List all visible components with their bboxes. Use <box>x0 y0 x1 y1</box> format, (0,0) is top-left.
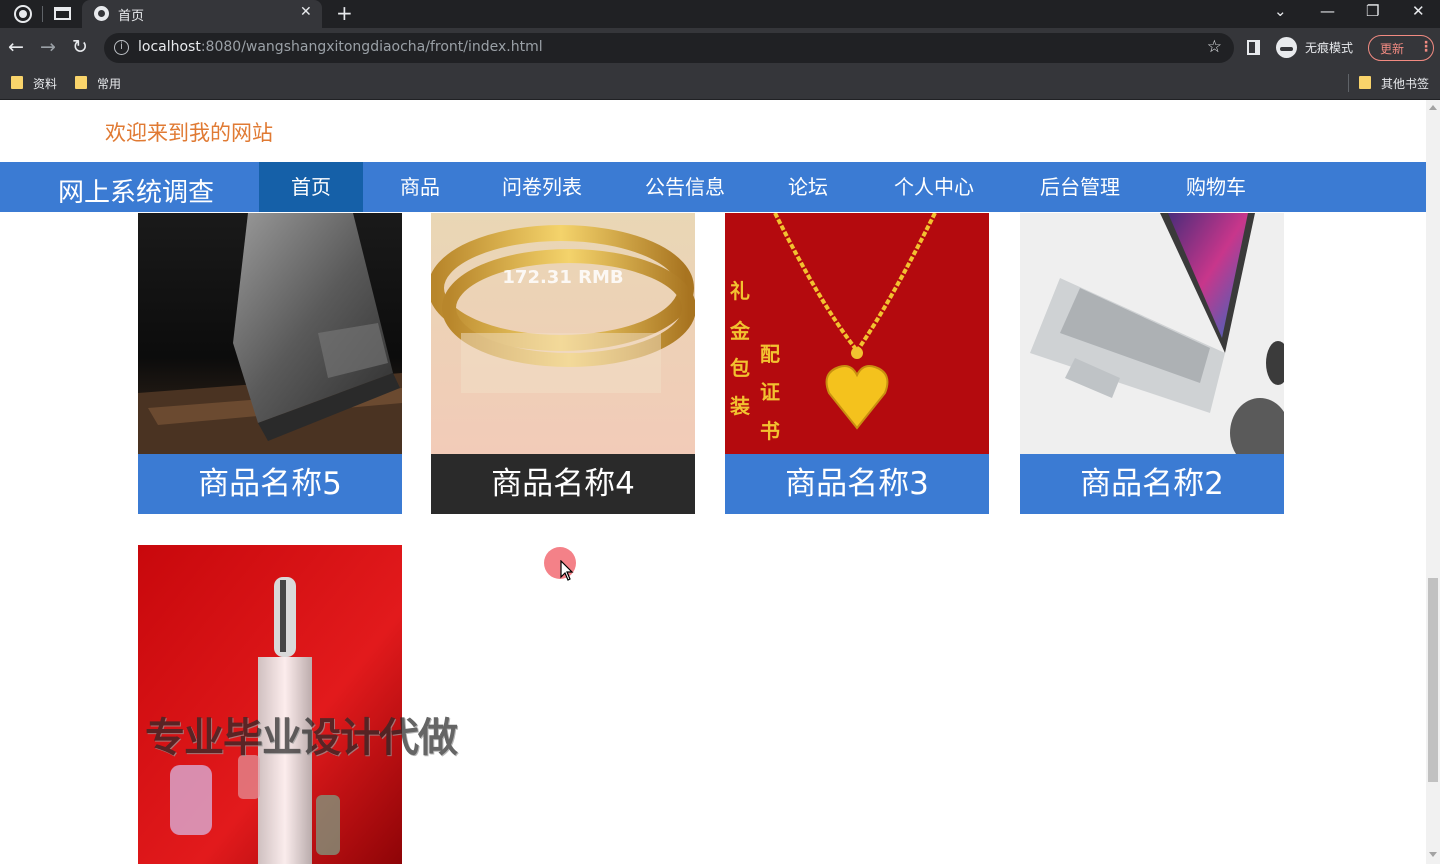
window-close-button[interactable]: ✕ <box>1412 2 1425 20</box>
necklace-overlay-char: 书 <box>760 419 780 443</box>
product-card[interactable]: 商品名称5 <box>138 213 402 514</box>
bookmark-label: 资料 <box>33 77 58 91</box>
browser-menu-icon[interactable]: ⋮ <box>1419 39 1433 55</box>
necklace-overlay-char: 礼 <box>730 279 750 303</box>
scroll-up-arrow-icon[interactable] <box>1429 105 1437 110</box>
web-page: 欢迎来到我的网站 网上系统调查 首页 商品 问卷列表 公告信息 论坛 个人中心 … <box>0 100 1426 864</box>
necklace-overlay-char: 证 <box>760 380 780 404</box>
product-card[interactable]: 172.31 RMB 商品名称4 <box>431 213 695 514</box>
nav-surveys[interactable]: 问卷列表 <box>490 162 594 212</box>
active-tab[interactable]: 首页 ✕ <box>82 0 322 28</box>
new-tab-button[interactable]: + <box>336 1 353 25</box>
tab-search-icon[interactable]: ⌄ <box>1274 2 1287 20</box>
browser-tab-strip: 首页 ✕ + ⌄ — ❐ ✕ <box>0 0 1440 28</box>
product-name[interactable]: 商品名称4 <box>431 454 695 514</box>
watermark-text: 专业毕业设计代做 <box>145 715 458 761</box>
back-button[interactable]: ← <box>8 37 24 57</box>
site-brand[interactable]: 网上系统调查 <box>58 172 214 209</box>
nav-announcements[interactable]: 公告信息 <box>633 162 737 212</box>
url-path: :8080/wangshangxitongdiaocha/front/index… <box>200 39 543 55</box>
scroll-thumb[interactable] <box>1428 578 1438 782</box>
minimize-button[interactable]: — <box>1320 2 1335 20</box>
bookmarks-divider <box>1348 74 1349 92</box>
product-card[interactable]: 商品名称2 <box>1020 213 1284 514</box>
bookmarks-bar: 资料 常用 其他书签 <box>0 68 1440 100</box>
browser-profile-icon[interactable] <box>14 5 32 23</box>
scroll-down-arrow-icon[interactable] <box>1429 852 1437 857</box>
page-scrollbar[interactable] <box>1426 100 1440 864</box>
necklace-overlay-char: 装 <box>729 394 750 418</box>
browser-toolbar: ← → ↻ i localhost:8080/wangshangxitongdi… <box>0 28 1440 68</box>
main-nav: 网上系统调查 首页 商品 问卷列表 公告信息 论坛 个人中心 后台管理 购物车 <box>0 162 1426 212</box>
forward-button[interactable]: → <box>40 37 56 57</box>
folder-icon <box>75 76 87 89</box>
price-overlay: 172.31 RMB <box>502 267 623 288</box>
product-name[interactable]: 商品名称3 <box>725 454 989 514</box>
incognito-label[interactable]: 无痕模式 <box>1305 39 1353 56</box>
nav-products[interactable]: 商品 <box>384 162 456 212</box>
product-card[interactable]: 礼金包装 配证书 商品名称3 <box>725 213 989 514</box>
product-image-laptop-dark[interactable] <box>138 213 402 454</box>
product-image-laptop-silver[interactable] <box>1020 213 1284 454</box>
restore-button[interactable]: ❐ <box>1366 2 1379 20</box>
necklace-overlay-char: 包 <box>730 356 750 380</box>
tab-close-icon[interactable]: ✕ <box>300 4 312 20</box>
reload-button[interactable]: ↻ <box>72 37 88 57</box>
side-panel-icon[interactable] <box>1247 40 1260 55</box>
bookmark-star-icon[interactable]: ☆ <box>1207 37 1222 57</box>
nav-forum[interactable]: 论坛 <box>772 162 844 212</box>
tab-strip-divider <box>42 6 43 22</box>
product-name[interactable]: 商品名称5 <box>138 454 402 514</box>
product-image-gold-necklace[interactable]: 礼金包装 配证书 <box>725 213 989 454</box>
mouse-cursor-icon <box>560 559 574 586</box>
tab-title: 首页 <box>118 9 145 24</box>
update-button[interactable]: 更新 ⋮ <box>1368 35 1434 61</box>
address-bar[interactable]: i localhost:8080/wangshangxitongdiaocha/… <box>104 33 1234 63</box>
site-info-icon[interactable]: i <box>114 40 129 55</box>
tab-group-icon[interactable] <box>54 7 71 20</box>
bookmark-label: 常用 <box>97 77 122 91</box>
tab-favicon-icon <box>94 6 109 21</box>
nav-home[interactable]: 首页 <box>259 162 363 212</box>
product-name[interactable]: 商品名称2 <box>1020 454 1284 514</box>
nav-cart[interactable]: 购物车 <box>1176 162 1256 212</box>
incognito-icon[interactable] <box>1276 37 1297 58</box>
product-image-gold-bangle[interactable]: 172.31 RMB <box>431 213 695 454</box>
nav-profile[interactable]: 个人中心 <box>882 162 986 212</box>
update-label: 更新 <box>1380 42 1405 56</box>
welcome-text: 欢迎来到我的网站 <box>105 121 273 145</box>
folder-icon <box>1359 76 1371 89</box>
folder-icon <box>11 76 23 89</box>
url-host: localhost <box>138 39 201 55</box>
nav-admin[interactable]: 后台管理 <box>1028 162 1132 212</box>
url-text[interactable]: localhost:8080/wangshangxitongdiaocha/fr… <box>138 39 543 55</box>
other-bookmarks-label: 其他书签 <box>1381 77 1430 91</box>
necklace-overlay-char: 金 <box>729 319 751 343</box>
necklace-overlay-char: 配 <box>760 342 780 366</box>
